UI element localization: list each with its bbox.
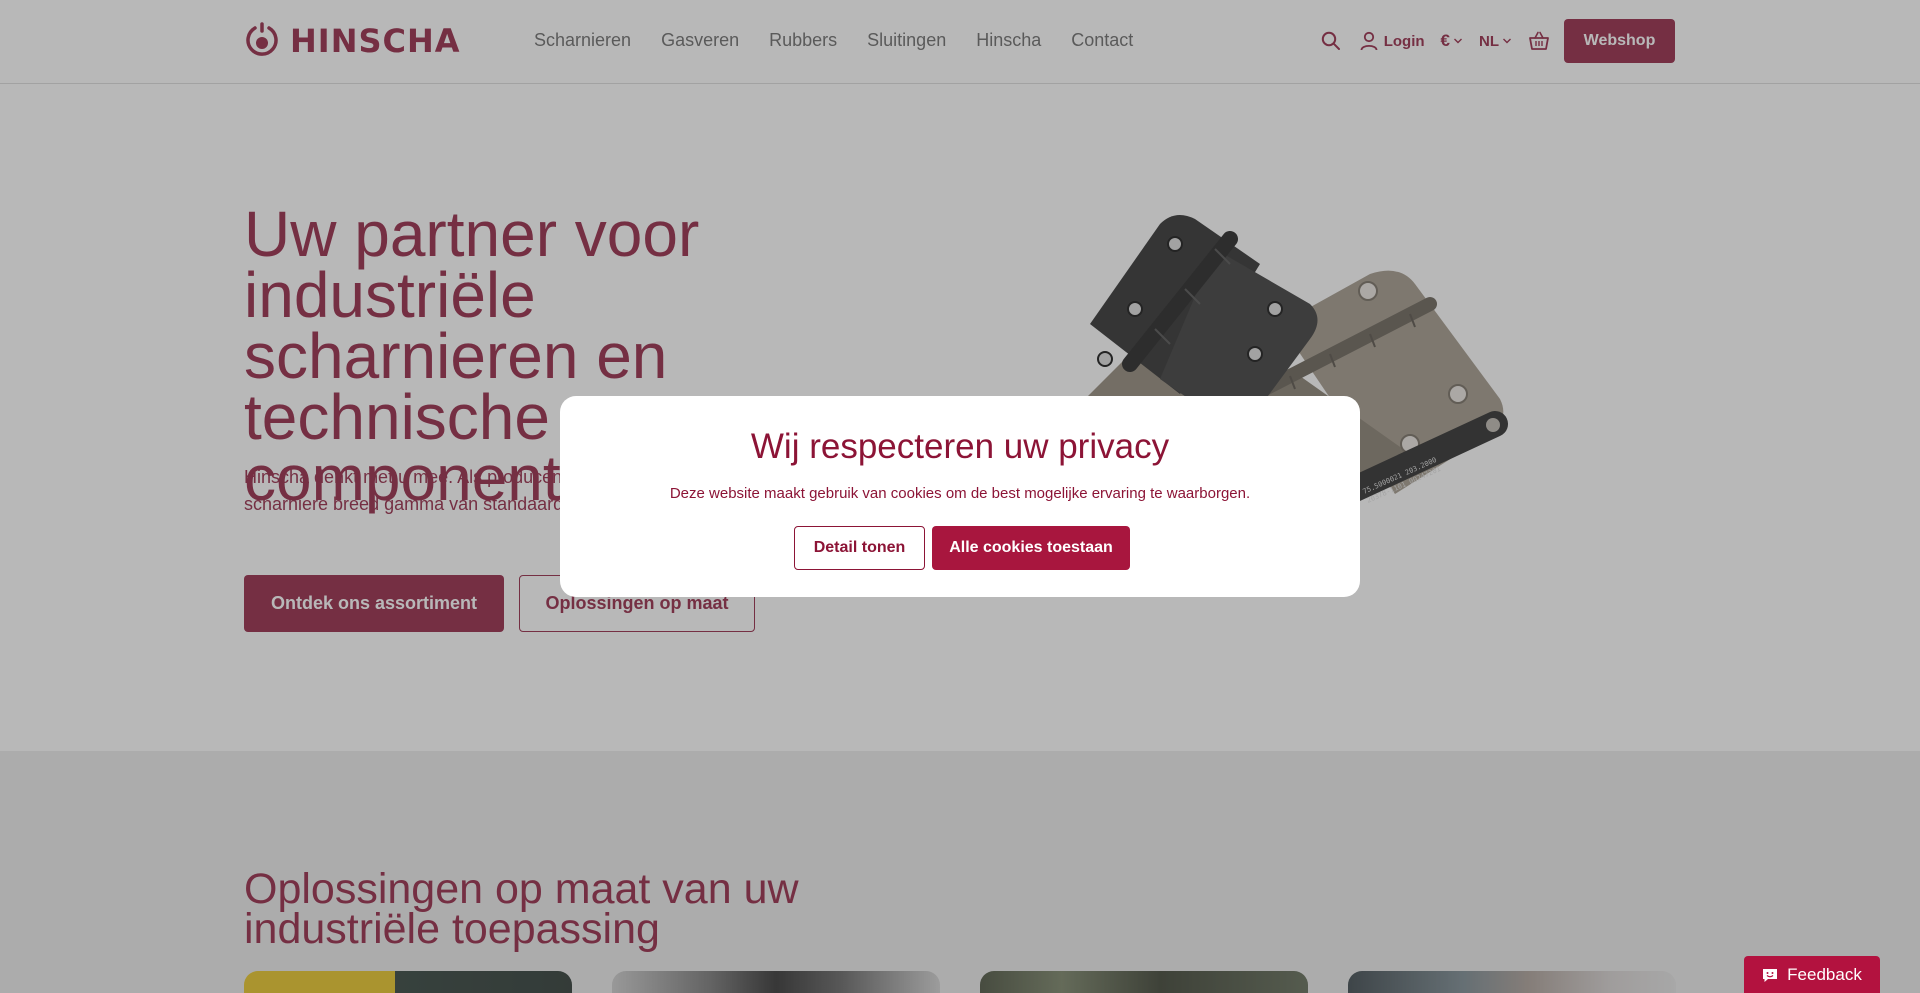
cookie-modal-title: Wij respecteren uw privacy: [750, 427, 1170, 466]
show-details-button[interactable]: Detail tonen: [794, 526, 925, 570]
feedback-icon: [1763, 968, 1778, 982]
cookie-consent-modal: Wij respecteren uw privacy Deze website …: [560, 396, 1360, 597]
allow-all-cookies-button[interactable]: Alle cookies toestaan: [932, 526, 1130, 570]
feedback-label: Feedback: [1787, 964, 1862, 984]
cookie-modal-text: Deze website maakt gebruik van cookies o…: [669, 485, 1251, 502]
feedback-button[interactable]: Feedback: [1744, 956, 1880, 993]
